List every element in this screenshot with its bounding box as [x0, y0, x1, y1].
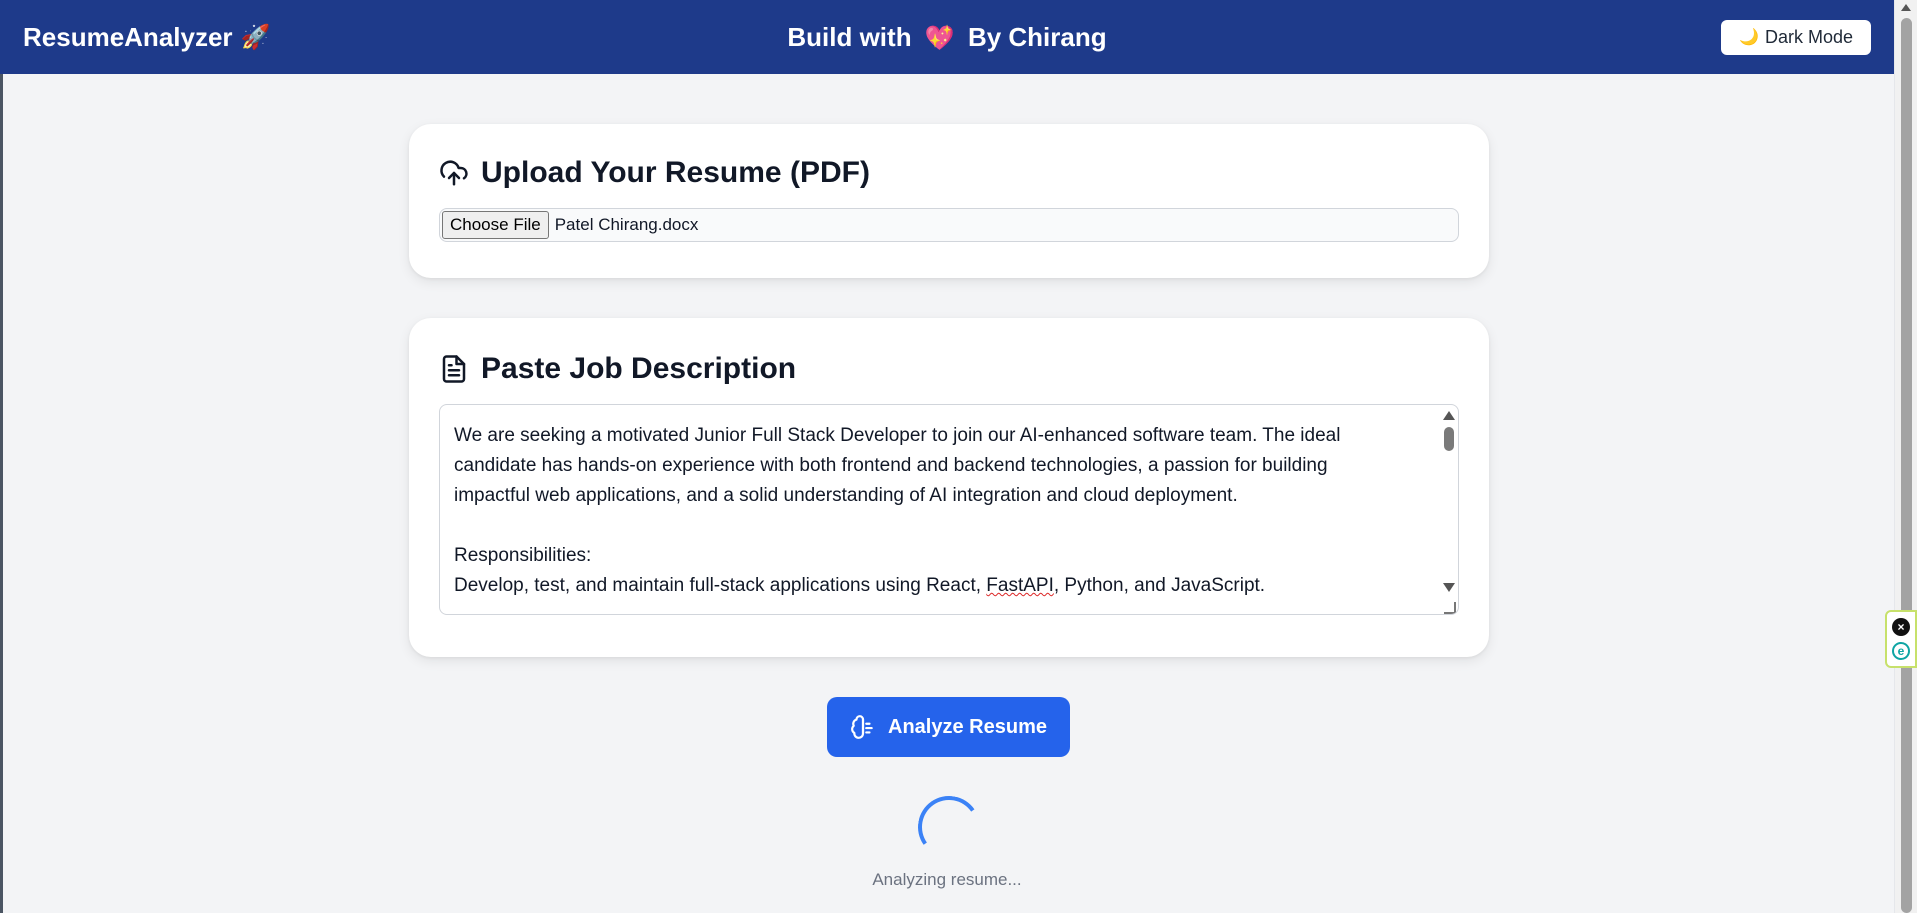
scroll-down-arrow-icon[interactable] [1443, 583, 1455, 592]
resume-file-input[interactable]: Choose File Patel Chirang.docx [439, 208, 1459, 242]
jd-line [454, 511, 1426, 541]
brand-title: ResumeAnalyzer [23, 21, 233, 52]
heart-icon: 💖 [924, 24, 955, 52]
moon-icon: 🌙 [1739, 29, 1759, 46]
page-scroll-thumb[interactable] [1901, 18, 1912, 913]
rocket-icon: 🚀 [240, 23, 271, 51]
nav-tagline: Build with 💖 By Chirang [0, 22, 1894, 53]
navbar: ResumeAnalyzer 🚀 Build with 💖 By Chirang… [0, 0, 1894, 74]
dark-mode-button[interactable]: 🌙 Dark Mode [1721, 19, 1871, 55]
jd-line-part: Develop, test, and maintain full-stack a… [454, 575, 987, 596]
job-description-title-text: Paste Job Description [481, 352, 797, 385]
tagline-suffix: By Chirang [967, 21, 1107, 52]
jd-line: candidate has hands-on experience with b… [454, 455, 1328, 476]
brand[interactable]: ResumeAnalyzer 🚀 [23, 22, 270, 53]
dark-mode-label: Dark Mode [1764, 26, 1853, 47]
job-description-content[interactable]: We are seeking a motivated Junior Full S… [440, 405, 1440, 614]
jd-line-part: , Python, and JavaScript. [1053, 575, 1266, 596]
status-text: Analyzing resume... [872, 870, 1022, 889]
jd-line: We are seeking a motivated Junior Full S… [454, 425, 1341, 446]
page-scrollbar[interactable] [1894, 0, 1917, 913]
loading-spinner [913, 791, 985, 863]
job-description-card: Paste Job Description We are seeking a m… [409, 318, 1489, 657]
analyze-resume-button[interactable]: Analyze Resume [827, 697, 1070, 757]
job-description-textarea[interactable]: We are seeking a motivated Junior Full S… [439, 404, 1459, 615]
choose-file-button[interactable]: Choose File [442, 211, 549, 239]
tagline-prefix: Build with [787, 21, 912, 52]
jd-line: Responsibilities: [454, 545, 592, 566]
close-icon[interactable]: × [1892, 618, 1910, 636]
window-edge [0, 0, 3, 913]
textarea-scrollbar[interactable] [1440, 405, 1458, 614]
jd-line: impactful web applications, and a solid … [454, 485, 1238, 506]
upload-card: Upload Your Resume (PDF) Choose File Pat… [409, 124, 1489, 278]
document-icon [442, 355, 466, 383]
spellcheck-flag: FastAPI [986, 575, 1054, 596]
brain-icon [851, 715, 873, 739]
page-scroll-up-icon[interactable] [1901, 4, 1911, 11]
upload-title: Upload Your Resume (PDF) [439, 156, 1459, 190]
scroll-up-arrow-icon[interactable] [1443, 411, 1455, 420]
analyze-label: Analyze Resume [888, 715, 1047, 738]
jd-line: Develop, test, and maintain full-stack a… [454, 571, 1426, 601]
scroll-thumb[interactable] [1444, 427, 1454, 451]
selected-file-name: Patel Chirang.docx [554, 215, 699, 234]
resize-grip-icon[interactable] [1444, 602, 1456, 614]
extension-e-icon[interactable]: e [1892, 642, 1910, 660]
cloud-upload-icon [440, 160, 468, 186]
job-description-title: Paste Job Description [439, 352, 1459, 386]
extension-widget: × e [1885, 610, 1917, 668]
upload-title-text: Upload Your Resume (PDF) [481, 156, 870, 189]
